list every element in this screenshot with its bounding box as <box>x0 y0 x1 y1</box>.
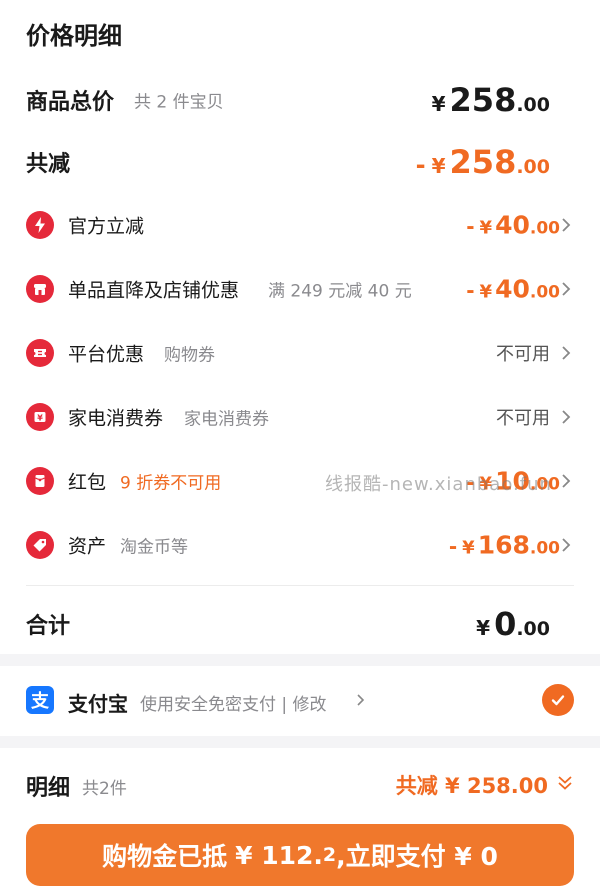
total-reduce-price: - ¥258.00 <box>415 143 550 181</box>
double-chevron-down-icon[interactable] <box>556 774 574 792</box>
detail-title: 明细 <box>26 776 71 801</box>
svg-text:¥: ¥ <box>37 413 43 422</box>
goods-total-price: ¥258.00 <box>431 81 550 119</box>
pay-now-button[interactable]: 购物金已抵 ¥ 112. 2 ,立即支付 ¥ 0 <box>26 824 574 886</box>
appliance-status: 不可用 <box>496 408 550 429</box>
total-reduce-label: 共减 <box>26 152 71 177</box>
ticket-icon <box>26 339 54 367</box>
red-packet-icon <box>26 467 54 495</box>
subtotal-label: 合计 <box>26 614 71 639</box>
discount-row-platform[interactable]: 平台优惠 购物券 不可用 <box>0 328 600 378</box>
check-icon[interactable] <box>542 684 574 716</box>
watermark: 线报酷-new.xianbao.fun <box>325 474 552 495</box>
assets-amount: - ¥168.00 <box>448 530 560 560</box>
total-reduce-row: 共减 - ¥258.00 <box>0 134 600 190</box>
chevron-right-icon <box>562 218 571 232</box>
official-discount-amount: - ¥40.00 <box>466 210 560 240</box>
payment-name: 支付宝 <box>68 692 128 716</box>
payment-modify-link[interactable]: 使用安全免密支付 | 修改 <box>140 690 327 715</box>
goods-total-label: 商品总价 <box>26 90 115 115</box>
platform-status: 不可用 <box>496 344 550 365</box>
discount-row-assets[interactable]: 资产 淘金币等 - ¥168.00 <box>0 520 600 570</box>
payment-method-row[interactable]: 支 支付宝 使用安全免密支付 | 修改 <box>0 666 600 736</box>
chevron-right-icon <box>562 538 571 552</box>
subtotal-price: ¥0.00 <box>476 605 550 643</box>
detail-count: 共2件 <box>82 779 127 799</box>
chevron-right-icon <box>562 282 571 296</box>
coupon-icon: ¥ <box>26 403 54 431</box>
goods-total-row: 商品总价 共 2 件宝贝 ¥258.00 <box>0 72 600 128</box>
tag-icon <box>26 531 54 559</box>
shop-discount-amount: - ¥40.00 <box>466 274 560 304</box>
discount-row-appliance[interactable]: ¥ 家电消费券 家电消费券 不可用 <box>0 392 600 442</box>
shop-icon <box>26 275 54 303</box>
chevron-right-icon <box>562 346 571 360</box>
page-title: 价格明细 <box>26 22 122 50</box>
subtotal-row: 合计 ¥0.00 <box>0 596 600 652</box>
divider <box>26 585 574 586</box>
discount-row-shop[interactable]: 单品直降及店铺优惠 满 249 元减 40 元 - ¥40.00 <box>0 264 600 314</box>
chevron-right-icon <box>357 694 365 706</box>
chevron-right-icon <box>562 474 571 488</box>
price-detail-card: 价格明细 商品总价 共 2 件宝贝 ¥258.00 共减 - ¥258.00 官方… <box>0 0 600 654</box>
lightning-icon <box>26 211 54 239</box>
goods-count: 共 2 件宝贝 <box>134 92 224 113</box>
chevron-right-icon <box>562 410 571 424</box>
discount-row-official[interactable]: 官方立减 - ¥40.00 <box>0 200 600 250</box>
checkout-bar: 明细 共2件 共减 ¥ 258.00 购物金已抵 ¥ 112. 2 ,立即支付 ¥ … <box>0 748 600 888</box>
alipay-icon: 支 <box>26 686 54 714</box>
detail-total-reduce[interactable]: 共减 ¥ 258.00 <box>396 770 548 800</box>
